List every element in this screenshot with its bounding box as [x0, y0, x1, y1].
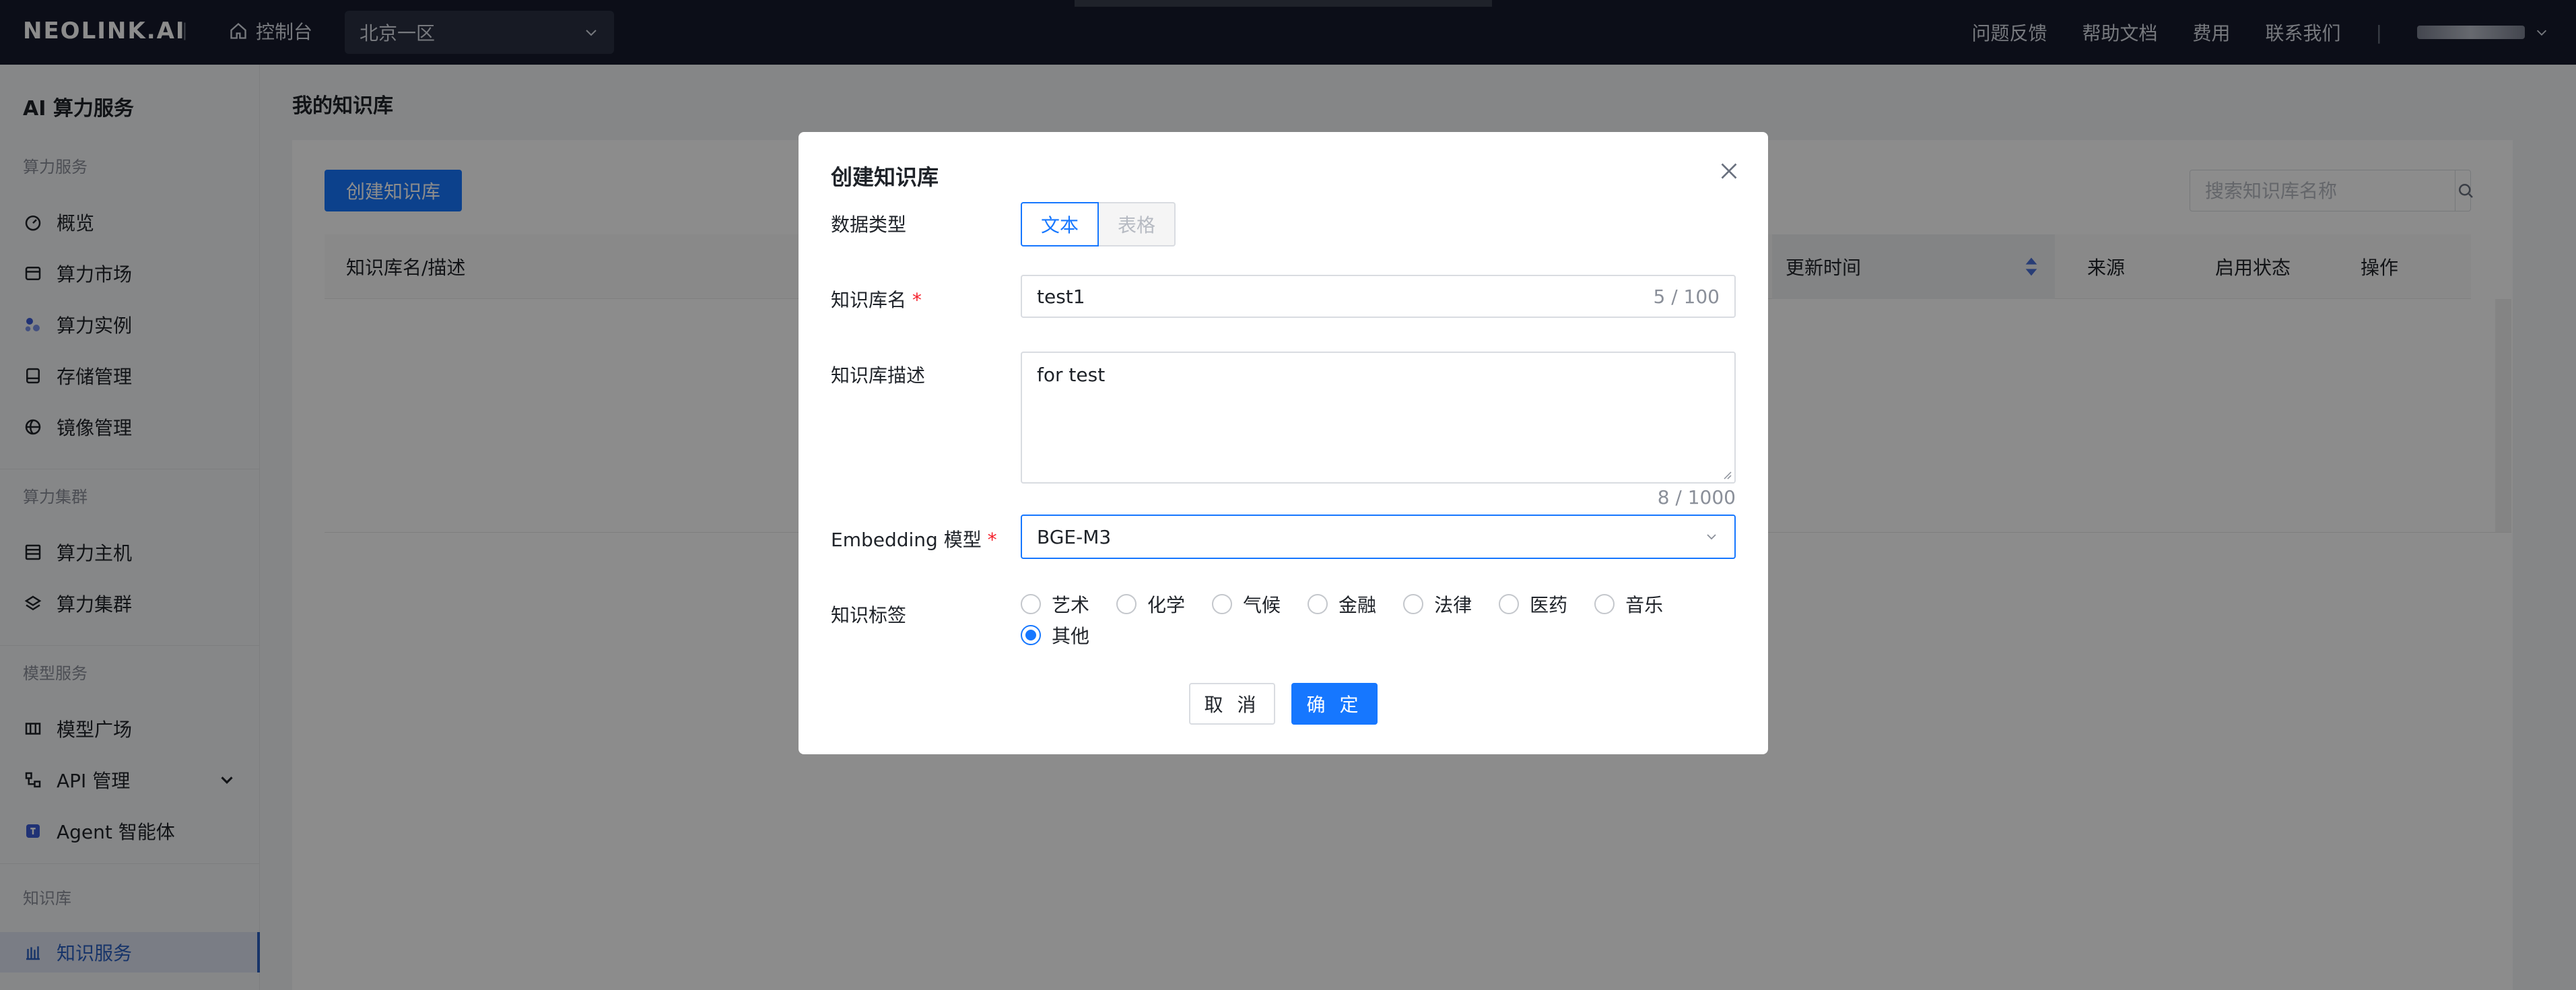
description-label: 知识库描述 [831, 364, 926, 387]
description-textarea[interactable]: for test [1021, 352, 1736, 484]
embedding-label-text: Embedding 模型 [831, 529, 982, 551]
radio-circle[interactable] [1021, 594, 1041, 614]
tag-label: 艺术 [1052, 594, 1090, 616]
name-field[interactable]: test1 5 / 100 [1021, 275, 1736, 318]
data-type-segmented: 文本 表格 [1021, 202, 1176, 246]
tag-radio-law[interactable]: 法律 [1403, 593, 1472, 616]
description-value: for test [1037, 364, 1106, 386]
embedding-value: BGE-M3 [1037, 525, 1112, 548]
name-value: test1 [1037, 285, 1085, 308]
tag-label: 化学 [1147, 594, 1186, 616]
tag-label: 法律 [1434, 594, 1472, 616]
create-knowledge-base-dialog: 创建知识库 数据类型 文本 表格 知识库名 * test1 5 / 100 知识… [799, 132, 1768, 754]
tag-radio-finance[interactable]: 金融 [1308, 593, 1376, 616]
required-mark: * [987, 529, 997, 551]
embedding-model-select[interactable]: BGE-M3 [1021, 515, 1736, 559]
data-type-label: 数据类型 [831, 213, 907, 236]
tag-radio-medicine[interactable]: 医药 [1499, 593, 1567, 616]
name-label-text: 知识库名 [831, 289, 907, 311]
tag-radio-music[interactable]: 音乐 [1594, 593, 1663, 616]
tag-label: 音乐 [1625, 594, 1664, 616]
tag-radio-other[interactable]: 其他 [1021, 624, 1089, 647]
tags-label: 知识标签 [831, 604, 907, 626]
name-label: 知识库名 * [831, 286, 922, 312]
chevron-down-icon [1707, 534, 1716, 540]
radio-circle[interactable] [1212, 594, 1233, 614]
tag-radio-art[interactable]: 艺术 [1021, 593, 1089, 616]
description-char-count: 8 / 1000 [1657, 486, 1736, 508]
embedding-label: Embedding 模型 * [831, 525, 997, 552]
close-icon[interactable] [1717, 159, 1741, 183]
tag-label: 金融 [1338, 594, 1377, 616]
radio-circle[interactable] [1594, 594, 1615, 614]
tag-radio-climate[interactable]: 气候 [1212, 593, 1281, 616]
confirm-button[interactable]: 确 定 [1291, 683, 1378, 725]
name-char-count: 5 / 100 [1653, 285, 1720, 308]
radio-circle[interactable] [1116, 594, 1137, 614]
radio-circle-selected[interactable] [1021, 625, 1041, 645]
dialog-title: 创建知识库 [831, 164, 939, 190]
data-type-text-option[interactable]: 文本 [1021, 202, 1099, 246]
tag-radio-chemistry[interactable]: 化学 [1116, 593, 1185, 616]
tags-radio-group: 艺术 化学 气候 金融 法律 医药 音乐 其他 [1021, 593, 1736, 647]
tag-label: 医药 [1530, 594, 1568, 616]
tag-label: 气候 [1243, 594, 1281, 616]
radio-circle[interactable] [1499, 594, 1520, 614]
required-mark: * [912, 289, 922, 311]
resize-handle-icon[interactable] [1721, 469, 1732, 480]
tag-label: 其他 [1052, 625, 1090, 647]
data-type-table-option[interactable]: 表格 [1099, 202, 1176, 246]
radio-circle[interactable] [1308, 594, 1328, 614]
cancel-button[interactable]: 取 消 [1189, 683, 1275, 725]
radio-circle[interactable] [1403, 594, 1424, 614]
